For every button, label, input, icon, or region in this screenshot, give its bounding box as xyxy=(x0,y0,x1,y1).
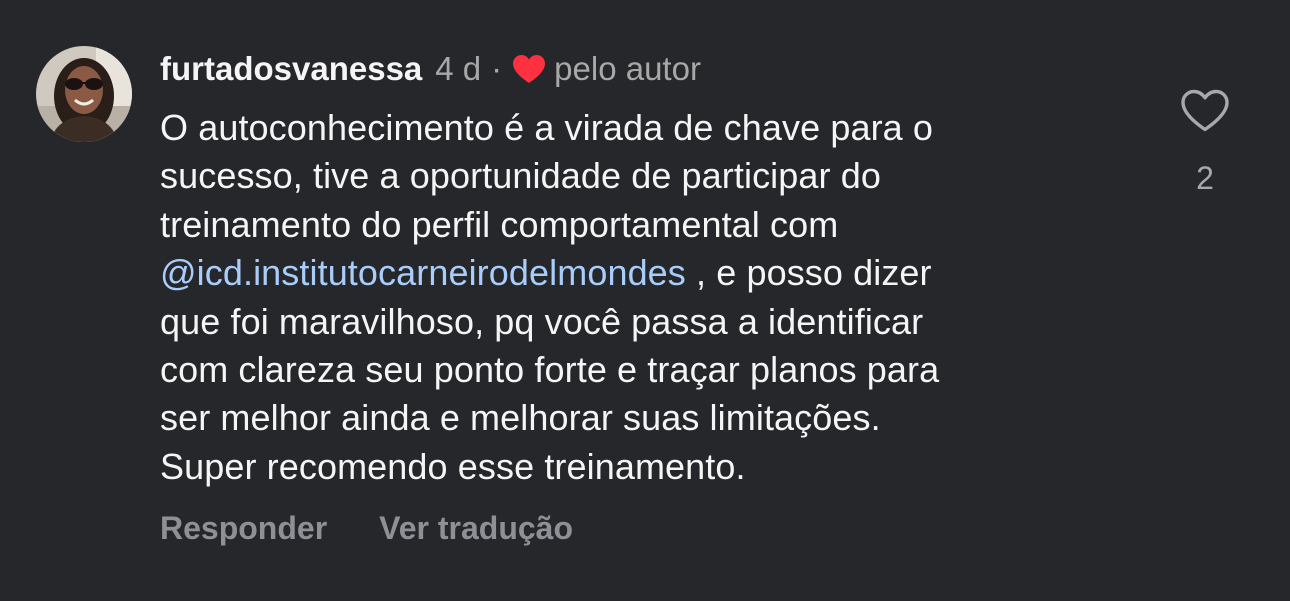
like-count: 2 xyxy=(1196,160,1214,196)
comment-text-line: Super recomendo esse treinamento. xyxy=(160,445,746,487)
comment-text-line: treinamento do perfil comportamental com xyxy=(160,203,839,245)
comment: furtadosvanessa 4 d · pelo autor O autoc… xyxy=(0,0,1290,601)
author-like-label: pelo autor xyxy=(554,50,701,87)
username[interactable]: furtadosvanessa xyxy=(160,50,422,88)
comment-text-line: O autoconhecimento é a virada de chave p… xyxy=(160,107,933,148)
like-button[interactable] xyxy=(1180,88,1230,134)
comment-actions: Responder Ver tradução xyxy=(160,510,573,547)
comment-header: furtadosvanessa 4 d · pelo autor xyxy=(160,48,701,90)
user-avatar[interactable] xyxy=(36,46,132,142)
mention-suffix-text: , e posso dizer xyxy=(685,252,932,294)
reply-button[interactable]: Responder xyxy=(160,510,327,547)
avatar-photo-icon xyxy=(36,46,132,142)
separator-dot: · xyxy=(491,50,503,87)
heart-filled-icon xyxy=(512,54,546,84)
see-translation-button[interactable]: Ver tradução xyxy=(379,510,573,547)
comment-text-line: ser melhor ainda e melhorar suas limitaç… xyxy=(160,397,881,439)
comment-text-line-with-mention: @icd.institutocarneirodelmondes , e poss… xyxy=(160,249,1150,297)
comment-text-line: que foi maravilhoso, pq você passa a ide… xyxy=(160,300,924,342)
comment-time: 4 d xyxy=(435,50,482,87)
mention-link[interactable]: @icd.institutocarneirodelmondes xyxy=(160,252,686,293)
comment-text-line: com clareza seu ponto forte e traçar pla… xyxy=(160,349,940,391)
heart-outline-icon xyxy=(1181,89,1229,132)
comment-text: O autoconhecimento é a virada de chave p… xyxy=(160,104,1150,491)
comment-text-line: sucesso, tive a oportunidade de particip… xyxy=(160,155,881,197)
